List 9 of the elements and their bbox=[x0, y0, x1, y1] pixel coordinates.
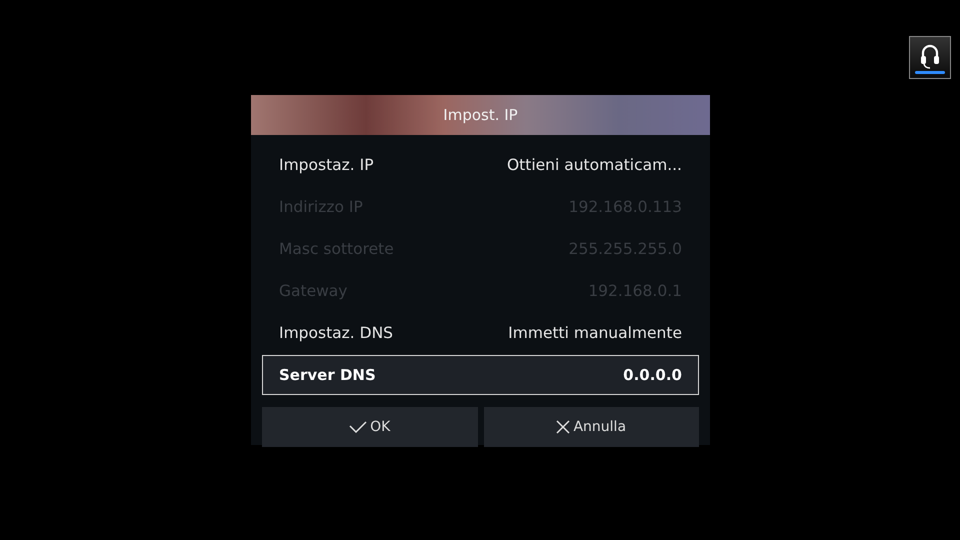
setting-row[interactable]: Impostaz. IP Ottieni automaticam... bbox=[262, 145, 699, 185]
dialog-title: Impost. IP bbox=[251, 95, 710, 135]
close-icon bbox=[556, 420, 570, 434]
check-icon bbox=[349, 421, 368, 433]
cancel-button[interactable]: Annulla bbox=[484, 407, 699, 447]
setting-row[interactable]: Server DNS 0.0.0.0 bbox=[262, 355, 699, 395]
setting-row[interactable]: Impostaz. DNS Immetti manualmente bbox=[262, 313, 699, 353]
headset-icon[interactable] bbox=[909, 36, 951, 79]
ok-button[interactable]: OK bbox=[262, 407, 478, 447]
